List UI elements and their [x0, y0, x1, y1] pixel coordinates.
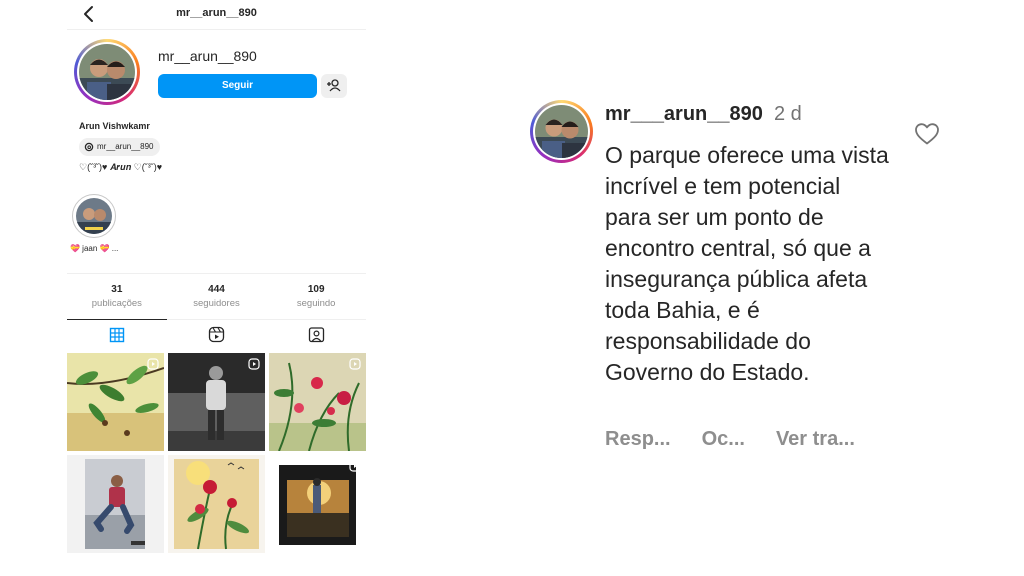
stat-followers[interactable]: 444 seguidores: [167, 274, 267, 319]
comment-actions: Resp... Oc... Ver tra...: [605, 428, 855, 451]
profile-username: mr__arun__890: [158, 48, 257, 64]
stat-value: 31: [111, 284, 123, 295]
tagged-icon: [308, 327, 324, 343]
post-thumbnail[interactable]: [269, 455, 366, 553]
top-bar: mr__arun__890: [67, 0, 366, 30]
profile-tabs: [67, 319, 366, 349]
profile-screen: mr__arun__890 mr__arun__890 Seguir Arun …: [67, 0, 366, 556]
reel-badge-icon: [349, 358, 361, 370]
profile-stats: 31 publicações 444 seguidores 109 seguin…: [67, 273, 366, 319]
threads-icon: [84, 142, 94, 152]
reels-icon: [208, 326, 225, 343]
profile-avatar[interactable]: [74, 39, 140, 105]
reply-button[interactable]: Resp...: [605, 428, 671, 451]
comment-timestamp: 2 d: [774, 103, 802, 125]
suggest-people-button[interactable]: [321, 74, 347, 98]
hide-button[interactable]: Oc...: [702, 428, 745, 451]
heart-icon[interactable]: [914, 122, 940, 146]
highlight-cover: [76, 198, 112, 234]
stat-value: 444: [208, 284, 225, 295]
stat-label: seguindo: [296, 298, 336, 309]
post-thumbnail[interactable]: [168, 455, 265, 553]
comment-username[interactable]: mr___arun__890: [605, 103, 763, 126]
tab-reels[interactable]: [167, 320, 267, 349]
reel-badge-icon: [147, 358, 159, 370]
post-thumbnail[interactable]: [67, 353, 164, 451]
tab-posts-grid[interactable]: [67, 319, 167, 349]
post-image-sitting: [67, 455, 164, 553]
story-highlight[interactable]: [72, 194, 116, 238]
reel-badge-icon: [349, 460, 361, 472]
top-bar-title: mr__arun__890: [176, 7, 257, 19]
grid-icon: [109, 327, 125, 342]
post-image-roses: [168, 455, 265, 553]
post-thumbnail[interactable]: [168, 353, 265, 451]
comment-avatar-photo: [535, 105, 588, 158]
highlight-label: 💝 jaan 💝 ...: [70, 244, 119, 253]
comment-text: O parque oferece uma vista incrível e te…: [605, 142, 889, 385]
stat-label: publicações: [91, 298, 142, 309]
avatar-photo: [79, 44, 135, 100]
posts-grid: [67, 353, 366, 553]
reel-badge-icon: [248, 358, 260, 370]
stat-value: 109: [307, 284, 325, 295]
see-translation-button[interactable]: Ver tra...: [776, 428, 855, 451]
post-thumbnail[interactable]: [269, 353, 366, 451]
follow-button[interactable]: Seguir: [158, 74, 317, 98]
stat-posts[interactable]: 31 publicações: [67, 274, 167, 319]
stat-label: seguidores: [193, 298, 240, 309]
threads-badge[interactable]: mr__arun__890: [79, 138, 161, 156]
comment-avatar[interactable]: [530, 100, 593, 163]
profile-bio: ♡(˘³˘)♥ 𝑨𝒓𝒖𝒏 ♡(˘³˘)♥: [79, 162, 163, 172]
post-thumbnail[interactable]: [67, 455, 164, 553]
profile-full-name: Arun Vishwkamr: [79, 121, 150, 131]
threads-handle: mr__arun__890: [97, 142, 154, 151]
stat-following[interactable]: 109 seguindo: [266, 274, 366, 319]
add-person-icon: [327, 79, 341, 92]
tab-tagged[interactable]: [266, 320, 366, 349]
